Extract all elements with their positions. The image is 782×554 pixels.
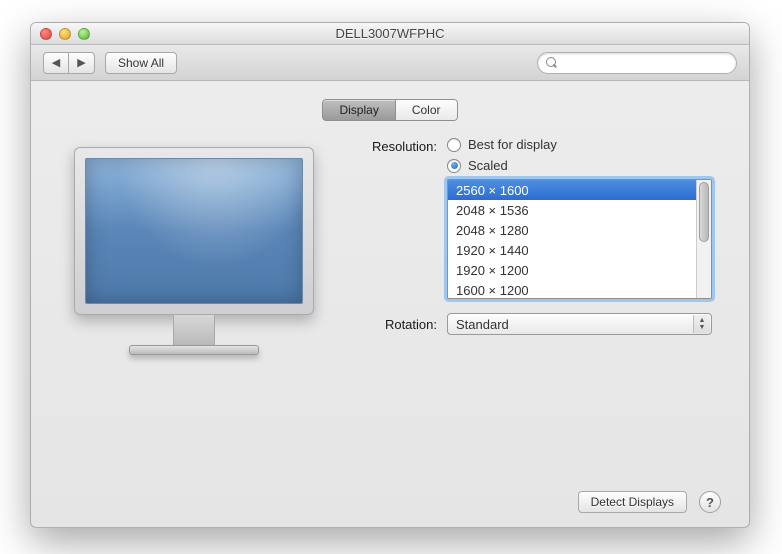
minimize-icon[interactable] [59,28,71,40]
resolution-option[interactable]: 2560 × 1600 [448,180,696,200]
close-icon[interactable] [40,28,52,40]
search-field[interactable] [537,52,737,74]
radio-label: Scaled [468,158,508,173]
popup-arrows-icon: ▲▼ [693,315,710,333]
radio-scaled[interactable]: Scaled [447,158,721,173]
tab-color[interactable]: Color [396,99,458,121]
resolution-option[interactable]: 2048 × 1536 [448,200,696,220]
radio-label: Best for display [468,137,557,152]
monitor-base-icon [129,345,259,355]
tab-display[interactable]: Display [322,99,395,121]
resolution-option[interactable]: 2048 × 1280 [448,220,696,240]
radio-best-for-display[interactable]: Best for display [447,137,721,152]
monitor-screen-icon [85,158,303,304]
rotation-value: Standard [456,317,509,332]
tab-bar: Display Color [59,99,721,121]
monitor-preview [59,135,329,483]
monitor-stand-icon [173,315,215,345]
rotation-popup[interactable]: Standard ▲▼ [447,313,712,335]
back-button[interactable]: ◀ [43,52,69,74]
prefs-window: DELL3007WFPHC ◀ ▶ Show All Display Color [30,22,750,528]
nav-buttons: ◀ ▶ [43,52,95,74]
radio-icon [447,138,461,152]
resolution-option[interactable]: 1920 × 1440 [448,240,696,260]
resolution-option[interactable]: 1920 × 1200 [448,260,696,280]
resolution-label: Resolution: [357,137,447,154]
display-panel: Resolution: Best for display Scaled 2560… [59,135,721,483]
toolbar: ◀ ▶ Show All [31,45,749,81]
scrollbar[interactable] [696,180,711,298]
traffic-lights [40,28,90,40]
detect-displays-button[interactable]: Detect Displays [578,491,687,513]
resolution-option[interactable]: 1600 × 1200 [448,280,696,298]
help-button[interactable]: ? [699,491,721,513]
radio-selected-icon [447,159,461,173]
chevron-left-icon: ◀ [52,56,60,69]
zoom-icon[interactable] [78,28,90,40]
chevron-right-icon: ▶ [77,56,85,69]
titlebar: DELL3007WFPHC [31,23,749,45]
settings-column: Resolution: Best for display Scaled 2560… [357,135,721,483]
rotation-label: Rotation: [357,317,447,332]
monitor-bezel-icon [74,147,314,315]
forward-button[interactable]: ▶ [69,52,95,74]
scroll-thumb[interactable] [699,182,709,242]
search-input[interactable] [564,56,728,70]
content-area: Display Color Resolution: B [31,81,749,527]
window-title: DELL3007WFPHC [31,26,749,41]
show-all-button[interactable]: Show All [105,52,177,74]
search-icon [546,57,558,69]
resolution-list[interactable]: 2560 × 16002048 × 15362048 × 12801920 × … [447,179,712,299]
footer: Detect Displays ? [59,483,721,513]
